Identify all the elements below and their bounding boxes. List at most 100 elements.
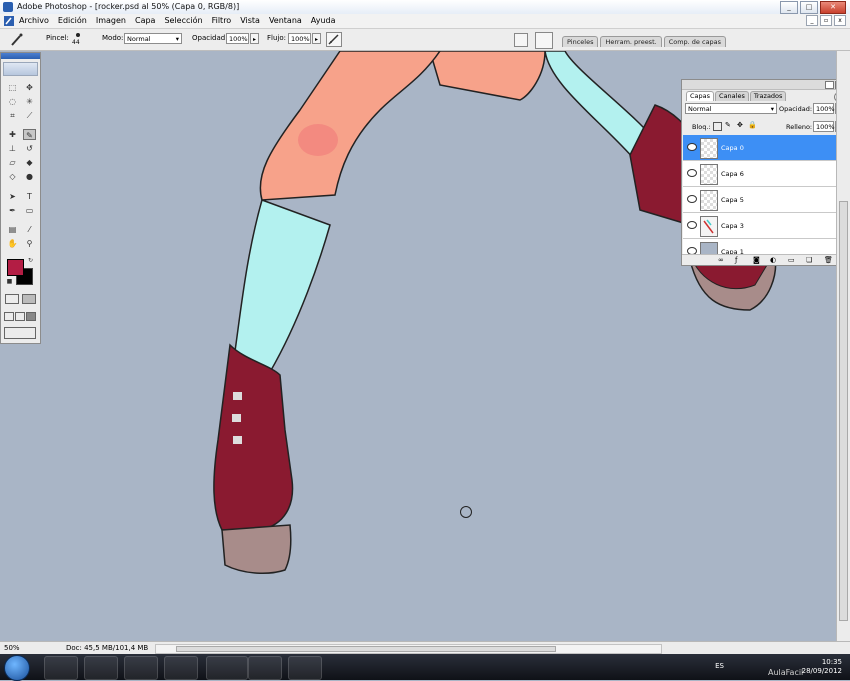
fill-field[interactable]: 100%	[813, 121, 835, 132]
airbrush-toggle[interactable]	[326, 32, 342, 47]
menu-edicion[interactable]: Edición	[58, 16, 87, 25]
path-selection-tool-icon[interactable]: ➤	[6, 191, 19, 202]
history-brush-tool-icon[interactable]: ↺	[23, 143, 36, 154]
layer-row-capa-0[interactable]: Capa 0	[683, 135, 838, 161]
opacity-slider-button[interactable]: ▸	[250, 33, 259, 44]
brush-preset-picker[interactable]: 44	[71, 32, 85, 48]
jump-to-imageready-icon[interactable]	[4, 327, 36, 339]
standard-mode-icon[interactable]	[5, 294, 19, 304]
opacity-field[interactable]: 100%	[226, 33, 249, 44]
minimize-button[interactable]: _	[780, 1, 798, 14]
doc-close-button[interactable]: x	[834, 15, 846, 26]
dodge-tool-icon[interactable]: ●	[23, 171, 36, 182]
visibility-eye-icon[interactable]	[687, 169, 697, 177]
well-tab-pinceles[interactable]: Pinceles	[562, 36, 599, 47]
menu-vista[interactable]: Vista	[240, 16, 260, 25]
foreground-color-swatch[interactable]	[7, 259, 24, 276]
menu-imagen[interactable]: Imagen	[96, 16, 126, 25]
app-icon[interactable]	[164, 656, 198, 680]
layer-row-capa-5[interactable]: Capa 5	[683, 187, 838, 213]
media-player-icon[interactable]	[124, 656, 158, 680]
visibility-eye-icon[interactable]	[687, 143, 697, 151]
layer-opacity-field[interactable]: 100%	[813, 103, 835, 114]
app-menu-icon[interactable]	[3, 15, 15, 27]
vertical-scrollbar[interactable]	[836, 51, 850, 641]
move-tool-icon[interactable]: ✥	[23, 82, 36, 93]
shape-tool-icon[interactable]: ▭	[23, 205, 36, 216]
lock-image-icon[interactable]: ✎	[725, 121, 731, 129]
new-layer-icon[interactable]: ❏	[806, 256, 812, 264]
tab-canales[interactable]: Canales	[715, 91, 749, 101]
flow-field[interactable]: 100%	[288, 33, 311, 44]
adobe-online-icon[interactable]	[3, 62, 38, 76]
slice-tool-icon[interactable]: ⟋	[23, 110, 36, 121]
language-indicator[interactable]: ES	[715, 662, 724, 670]
brush-tool-icon[interactable]	[10, 33, 24, 46]
clone-stamp-tool-icon[interactable]: ⊥	[6, 143, 19, 154]
screen-mode-full-menu-icon[interactable]	[15, 312, 25, 321]
menu-seleccion[interactable]: Selección	[164, 16, 202, 25]
start-button[interactable]	[4, 655, 30, 681]
pen-tool-icon[interactable]: ✒	[6, 205, 19, 216]
adjustment-layer-icon[interactable]: ◐	[770, 256, 776, 264]
palette-well-button[interactable]	[535, 32, 553, 49]
doc-minimize-button[interactable]: _	[806, 15, 818, 26]
swap-colors-icon[interactable]: ↻	[26, 256, 35, 265]
lock-all-icon[interactable]: 🔒	[748, 121, 757, 129]
layers-panel-titlebar[interactable]	[682, 80, 847, 90]
notes-tool-icon[interactable]: ▤	[6, 224, 19, 235]
paint-bucket-tool-icon[interactable]: ◆	[23, 157, 36, 168]
layer-row-capa-6[interactable]: Capa 6	[683, 161, 838, 187]
tab-capas[interactable]: Capas	[686, 91, 715, 101]
internet-explorer-icon[interactable]	[44, 656, 78, 680]
menu-ventana[interactable]: Ventana	[269, 16, 302, 25]
menu-capa[interactable]: Capa	[135, 16, 155, 25]
network-app-icon[interactable]	[206, 656, 248, 680]
layer-style-icon[interactable]: ƒ	[735, 256, 737, 264]
eyedropper-tool-icon[interactable]: ⁄	[23, 224, 36, 235]
visibility-eye-icon[interactable]	[687, 195, 697, 203]
layer-row-capa-3[interactable]: Capa 3	[683, 213, 838, 239]
healing-brush-tool-icon[interactable]: ✚	[6, 129, 19, 140]
menu-filtro[interactable]: Filtro	[212, 16, 232, 25]
close-button[interactable]: ✕	[820, 1, 846, 14]
zoom-level[interactable]: 50%	[4, 644, 20, 652]
screen-mode-standard-icon[interactable]	[4, 312, 14, 321]
horizontal-scroll-thumb[interactable]	[176, 646, 556, 652]
link-layers-icon[interactable]: ∞	[718, 256, 724, 264]
well-tab-comp-capas[interactable]: Comp. de capas	[663, 36, 727, 47]
vertical-scroll-thumb[interactable]	[839, 201, 848, 621]
menu-ayuda[interactable]: Ayuda	[311, 16, 336, 25]
menu-archivo[interactable]: Archivo	[19, 16, 49, 25]
doc-restore-button[interactable]: ▫	[820, 15, 832, 26]
layer-mask-icon[interactable]: ◙	[753, 256, 760, 264]
crop-tool-icon[interactable]: ⌗	[6, 110, 19, 121]
lasso-tool-icon[interactable]: ◌	[6, 96, 19, 107]
file-browser-button[interactable]	[514, 33, 528, 47]
blur-tool-icon[interactable]: ◇	[6, 171, 19, 182]
marquee-tool-icon[interactable]: ⬚	[6, 82, 19, 93]
eraser-tool-icon[interactable]: ▱	[6, 157, 19, 168]
maximize-button[interactable]: □	[800, 1, 818, 14]
default-colors-icon[interactable]: ■	[5, 277, 14, 286]
type-tool-icon[interactable]: T	[23, 191, 36, 202]
file-explorer-icon[interactable]	[84, 656, 118, 680]
horizontal-scrollbar[interactable]	[155, 644, 662, 654]
visibility-eye-icon[interactable]	[687, 221, 697, 229]
blend-mode-select[interactable]: Normal ▾	[685, 103, 777, 114]
tab-trazados[interactable]: Trazados	[749, 91, 787, 101]
panel-minimize-icon[interactable]	[825, 81, 834, 89]
mode-select[interactable]: Normal ▾	[124, 33, 182, 44]
photoshop-taskbar-icon[interactable]	[288, 656, 322, 680]
hand-tool-icon[interactable]: ✋	[6, 238, 19, 249]
new-group-icon[interactable]: ▭	[788, 256, 795, 264]
screen-mode-full-icon[interactable]	[26, 312, 36, 321]
lock-transparency-icon[interactable]	[713, 122, 722, 131]
quick-mask-mode-icon[interactable]	[22, 294, 36, 304]
flow-slider-button[interactable]: ▸	[312, 33, 321, 44]
brush-tool-icon[interactable]: ✎	[23, 129, 36, 140]
well-tab-herramientas[interactable]: Herram. preest.	[600, 36, 662, 47]
magic-wand-tool-icon[interactable]: ✳	[23, 96, 36, 107]
chrome-icon[interactable]	[248, 656, 282, 680]
zoom-tool-icon[interactable]: ⚲	[23, 238, 36, 249]
